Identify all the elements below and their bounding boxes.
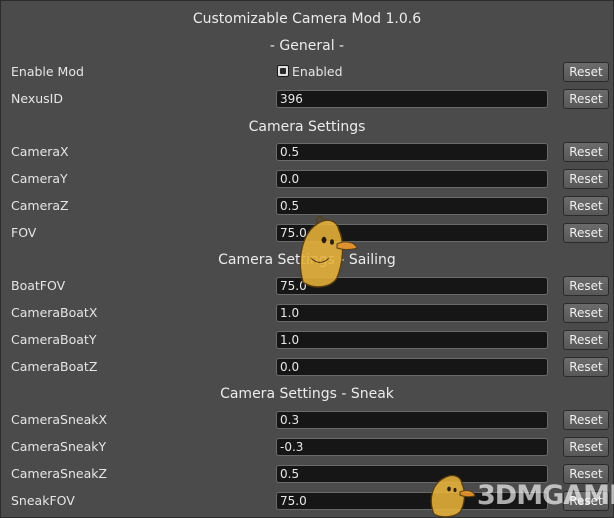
camerasneaky-reset-button[interactable]: Reset	[563, 437, 609, 457]
boatfov-reset-button[interactable]: Reset	[563, 276, 609, 296]
cameraboatx-input[interactable]: 1.0	[276, 304, 548, 322]
row-camerasneaky: CameraSneakY -0.3 Reset	[0, 436, 614, 458]
row-cameraboatx: CameraBoatX 1.0 Reset	[0, 302, 614, 324]
nexusid-reset-button[interactable]: Reset	[563, 89, 609, 109]
enable-mod-label: Enable Mod	[11, 64, 84, 79]
camerasneaky-label: CameraSneakY	[11, 439, 107, 454]
fov-reset-button[interactable]: Reset	[563, 223, 609, 243]
camerasneakz-label: CameraSneakZ	[11, 466, 108, 481]
cameraz-reset-button[interactable]: Reset	[563, 196, 609, 216]
window-title: Customizable Camera Mod 1.0.6	[192, 11, 422, 27]
chick-mascot-icon	[299, 215, 358, 288]
camerasneakx-label: CameraSneakX	[11, 412, 108, 427]
enable-mod-toggle-label: Enabled	[292, 64, 343, 79]
cameraz-label: CameraZ	[11, 198, 69, 213]
cameraboatz-input[interactable]: 0.0	[276, 358, 548, 376]
row-cameray: CameraY 0.0 Reset	[0, 168, 614, 190]
checkbox-icon[interactable]	[277, 65, 289, 77]
camerasneaky-input[interactable]: -0.3	[276, 438, 548, 456]
cameray-input[interactable]: 0.0	[276, 170, 548, 188]
section-general-heading: - General -	[269, 38, 345, 54]
nexusid-label: NexusID	[11, 91, 63, 106]
chick-mascot-icon	[430, 474, 476, 518]
cameraboatz-label: CameraBoatZ	[11, 359, 98, 374]
nexusid-input[interactable]: 396	[276, 90, 548, 108]
section-camera-heading: Camera Settings	[248, 119, 366, 135]
row-enable-mod: Enable Mod Enabled Reset	[0, 61, 614, 83]
row-camerasneakx: CameraSneakX 0.3 Reset	[0, 409, 614, 431]
cameray-label: CameraY	[11, 171, 68, 186]
cameraboatx-label: CameraBoatX	[11, 305, 98, 320]
row-cameraboaty: CameraBoatY 1.0 Reset	[0, 329, 614, 351]
enable-mod-toggle[interactable]: Enabled	[277, 61, 343, 83]
cameraboatz-reset-button[interactable]: Reset	[563, 357, 609, 377]
row-camerax: CameraX 0.5 Reset	[0, 141, 614, 163]
section-sneak-heading: Camera Settings - Sneak	[220, 386, 394, 402]
camerasneakx-input[interactable]: 0.3	[276, 411, 548, 429]
cameraboaty-reset-button[interactable]: Reset	[563, 330, 609, 350]
enable-mod-reset-button[interactable]: Reset	[563, 62, 609, 82]
sneakfov-label: SneakFOV	[11, 493, 75, 508]
cameraboatx-reset-button[interactable]: Reset	[563, 303, 609, 323]
camerax-label: CameraX	[11, 144, 69, 159]
cameray-reset-button[interactable]: Reset	[563, 169, 609, 189]
cameraboaty-input[interactable]: 1.0	[276, 331, 548, 349]
camerax-input[interactable]: 0.5	[276, 143, 548, 161]
camerax-reset-button[interactable]: Reset	[563, 142, 609, 162]
row-nexusid: NexusID 396 Reset	[0, 88, 614, 110]
boatfov-label: BoatFOV	[11, 278, 66, 293]
cameraboaty-label: CameraBoatY	[11, 332, 97, 347]
fov-label: FOV	[11, 225, 37, 240]
camerasneakx-reset-button[interactable]: Reset	[563, 410, 609, 430]
row-cameraboatz: CameraBoatZ 0.0 Reset	[0, 356, 614, 378]
watermark-text: 3DMGAME	[477, 480, 614, 511]
